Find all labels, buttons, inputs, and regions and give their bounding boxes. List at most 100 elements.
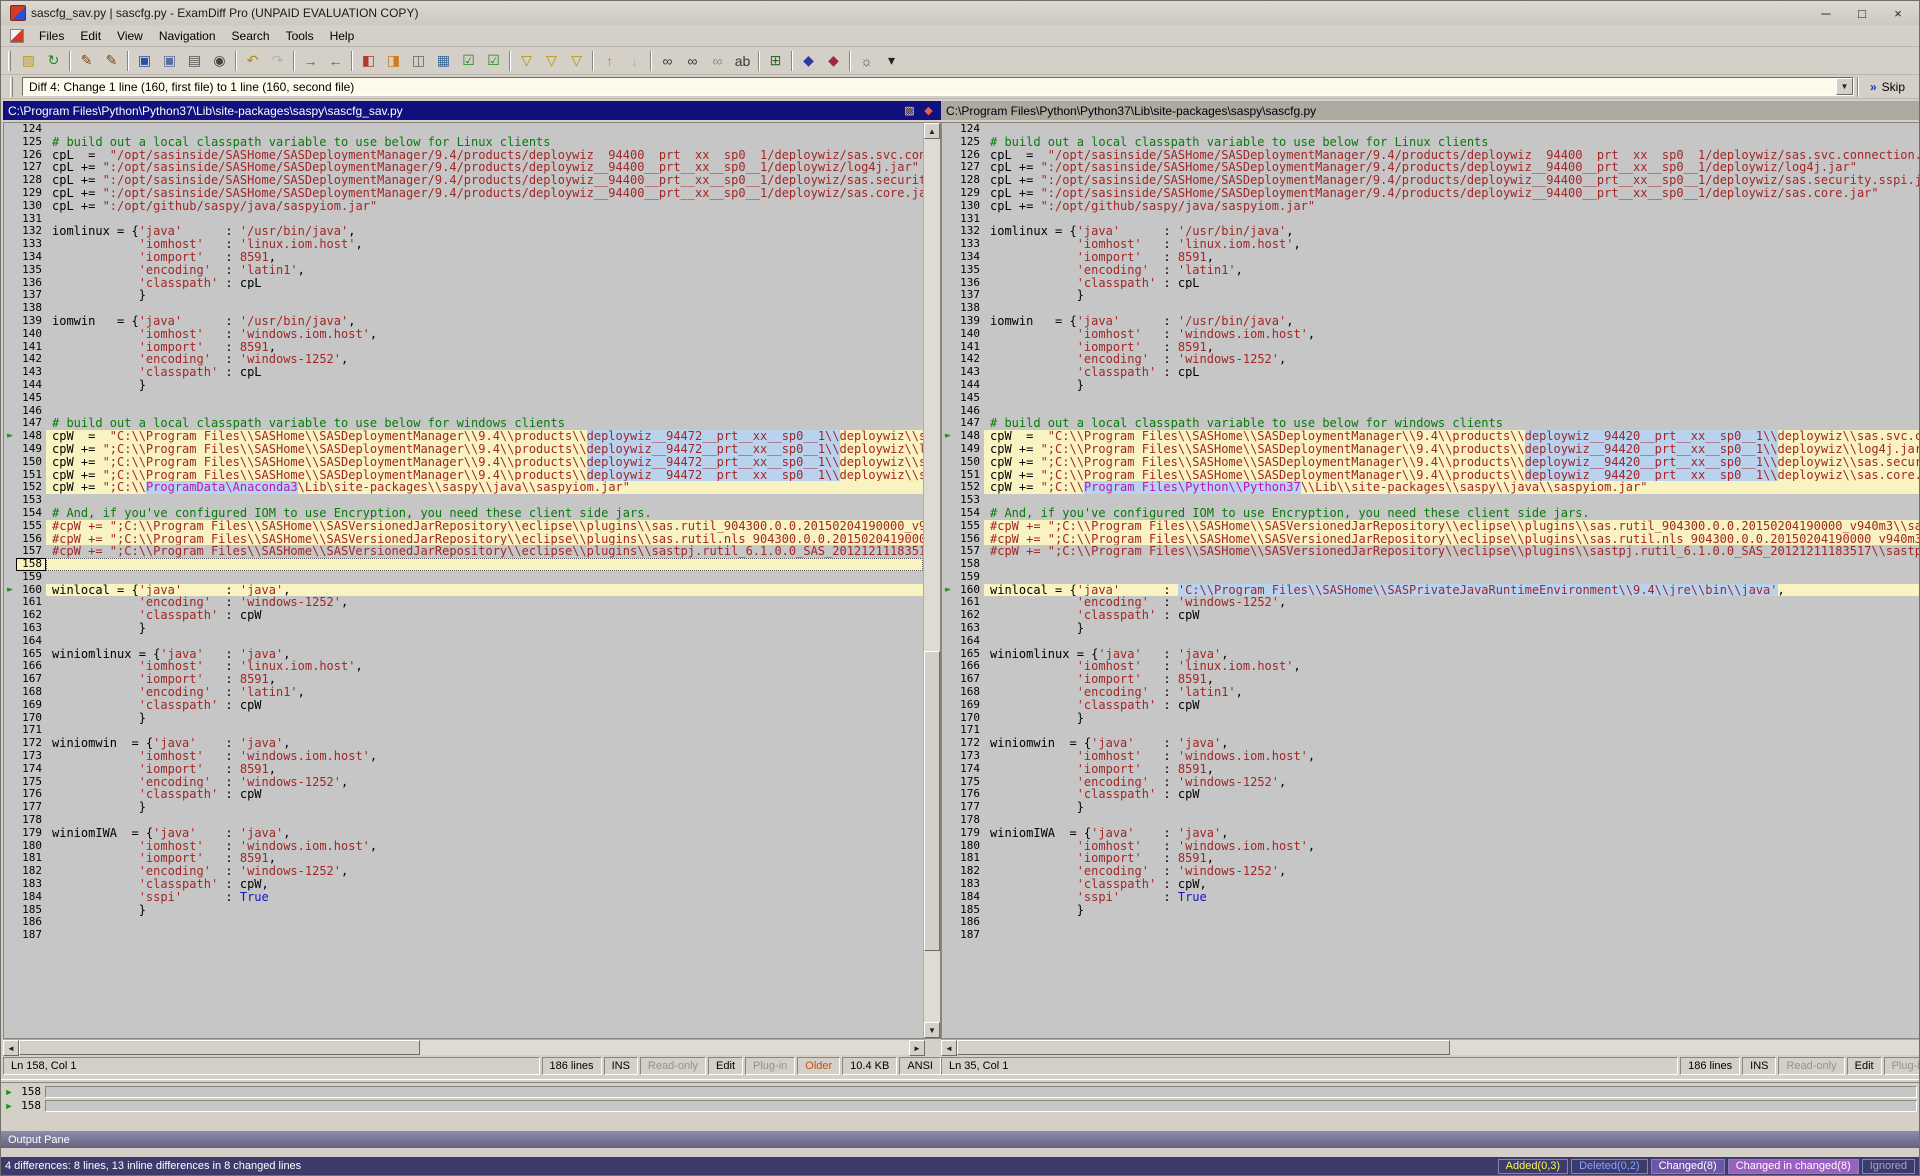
code-line-text[interactable]: 'encoding' : 'windows-1252', (46, 776, 923, 789)
code-line-text[interactable] (46, 571, 923, 584)
report-icon[interactable]: ⊞ (764, 49, 787, 72)
code-line-text[interactable]: winiomwin = {'java' : 'java', (46, 737, 923, 750)
code-line-text[interactable]: winiomIWA = {'java' : 'java', (984, 827, 1920, 840)
code-line-text[interactable]: 'encoding' : 'windows-1252', (984, 353, 1920, 366)
second-file-header[interactable]: C:\Program Files\Python\Python37\Lib\sit… (941, 101, 1920, 120)
code-line-text[interactable] (46, 302, 923, 315)
code-line-text[interactable]: 'encoding' : 'windows-1252', (46, 865, 923, 878)
plugin-manager-icon[interactable]: ◆ (822, 49, 845, 72)
code-line-text[interactable]: iomlinux = {'java' : '/usr/bin/java', (984, 225, 1920, 238)
code-line-text[interactable] (984, 814, 1920, 827)
code-line-text[interactable] (46, 405, 923, 418)
code-line-text[interactable]: cpL += ":/opt/github/saspy/java/saspyiom… (46, 200, 923, 213)
code-line-text[interactable]: cpL += ":/opt/github/saspy/java/saspyiom… (984, 200, 1920, 213)
code-line-text[interactable]: winiomlinux = {'java' : 'java', (984, 648, 1920, 661)
code-line-text[interactable]: # And, if you've configured IOM to use E… (46, 507, 923, 520)
code-line-text[interactable]: 'iomport' : 8591, (984, 341, 1920, 354)
code-line-text[interactable]: 'iomhost' : 'linux.iom.host', (46, 238, 923, 251)
code-line-text[interactable]: 'iomport' : 8591, (984, 673, 1920, 686)
code-line-text[interactable]: 'iomhost' : 'windows.iom.host', (984, 328, 1920, 341)
horizontal-scrollbar[interactable]: ◄► (941, 1039, 1920, 1055)
sync-scrolling-icon[interactable]: ☑ (457, 49, 480, 72)
code-line-text[interactable] (984, 635, 1920, 648)
code-line-text[interactable]: cpW = "C:\\Program Files\\SASHome\\SASDe… (46, 430, 923, 443)
code-line-text[interactable] (46, 213, 923, 226)
code-line-text[interactable]: # build out a local classpath variable t… (46, 417, 923, 430)
code-line-text[interactable] (984, 558, 1920, 571)
code-line-text[interactable]: # build out a local classpath variable t… (984, 417, 1920, 430)
code-line-text[interactable]: 'iomport' : 8591, (984, 852, 1920, 865)
code-line-text[interactable]: } (984, 379, 1920, 392)
code-line-text[interactable]: 'classpath' : cpL (46, 366, 923, 379)
code-line-text[interactable]: 'iomhost' : 'windows.iom.host', (46, 328, 923, 341)
code-line-text[interactable]: } (984, 801, 1920, 814)
search-files-icon[interactable]: ◉ (208, 49, 231, 72)
code-line-text[interactable]: 'encoding' : 'latin1', (46, 686, 923, 699)
code-line-text[interactable]: 'encoding' : 'latin1', (984, 686, 1920, 699)
vertical-scrollbar-thumb[interactable] (924, 651, 940, 951)
code-line-text[interactable]: } (984, 904, 1920, 917)
code-line-text[interactable]: cpL += ":/opt/sasinside/SASHome/SASDeplo… (984, 161, 1920, 174)
diff-selector-combobox[interactable]: Diff 4: Change 1 line (160, first file) … (22, 77, 1854, 96)
code-line-text[interactable]: #cpW += ";C:\\Program Files\\SASHome\\SA… (984, 533, 1920, 546)
code-line-text[interactable]: cpW = "C:\\Program Files\\SASHome\\SASDe… (984, 430, 1920, 443)
code-line-text[interactable]: 'iomport' : 8591, (46, 673, 923, 686)
code-line-text[interactable]: 'encoding' : 'windows-1252', (984, 776, 1920, 789)
code-line-text[interactable]: cpW += ";C:\\Program Files\\SASHome\\SAS… (46, 443, 923, 456)
code-line-text[interactable]: 'iomhost' : 'windows.iom.host', (46, 840, 923, 853)
pane-options-icon[interactable]: ◆ (921, 103, 936, 118)
scroll-up-icon[interactable]: ▲ (924, 123, 940, 139)
scroll-down-icon[interactable]: ▼ (924, 1022, 940, 1038)
code-line-text[interactable] (984, 405, 1920, 418)
code-line-text[interactable]: 'classpath' : cpW (984, 699, 1920, 712)
horizontal-scrollbar-track[interactable] (19, 1040, 909, 1055)
menu-item-files[interactable]: Files (31, 26, 72, 46)
code-line-text[interactable]: 'classpath' : cpW (46, 788, 923, 801)
vertical-scrollbar-track[interactable] (924, 139, 940, 1022)
code-line-text[interactable]: 'classpath' : cpW, (984, 878, 1920, 891)
code-line-text[interactable]: #cpW += ";C:\\Program Files\\SASHome\\SA… (46, 520, 923, 533)
code-line-text[interactable]: 'iomport' : 8591, (46, 251, 923, 264)
filter-options-icon[interactable]: ▽ (565, 49, 588, 72)
code-line-text[interactable]: } (46, 904, 923, 917)
code-line-text[interactable]: 'iomhost' : 'windows.iom.host', (984, 750, 1920, 763)
code-line-text[interactable]: 'iomport' : 8591, (46, 852, 923, 865)
skip-label[interactable]: Skip (1882, 80, 1905, 94)
code-line-text[interactable]: 'iomport' : 8591, (46, 763, 923, 776)
find-icon[interactable]: ∞ (656, 49, 679, 72)
menu-item-navigation[interactable]: Navigation (151, 26, 224, 46)
code-line-text[interactable]: #cpW += ";C:\\Program Files\\SASHome\\SA… (46, 533, 923, 546)
code-line-text[interactable] (46, 929, 923, 942)
menu-item-view[interactable]: View (109, 26, 151, 46)
code-line-text[interactable]: 'iomhost' : 'linux.iom.host', (46, 660, 923, 673)
code-line-text[interactable]: } (46, 379, 923, 392)
code-line-text[interactable]: 'classpath' : cpW (984, 609, 1920, 622)
code-line-text[interactable]: winlocal = {'java' : 'java', (46, 584, 923, 597)
edit-second-file-icon[interactable]: ✎ (100, 49, 123, 72)
redo-icon[interactable]: ↷ (266, 49, 289, 72)
code-line-text[interactable]: } (984, 712, 1920, 725)
code-line-text[interactable]: winiomwin = {'java' : 'java', (984, 737, 1920, 750)
horizontal-scrollbar-thumb[interactable] (19, 1040, 420, 1055)
code-line-text[interactable]: #cpW += ";C:\\Program Files\\SASHome\\SA… (984, 545, 1920, 558)
code-line-text[interactable]: 'iomport' : 8591, (984, 763, 1920, 776)
code-line-text[interactable]: } (984, 622, 1920, 635)
code-line-text[interactable]: winiomIWA = {'java' : 'java', (46, 827, 923, 840)
menu-item-tools[interactable]: Tools (278, 26, 322, 46)
horizontal-scrollbar[interactable]: ◄► (3, 1039, 925, 1055)
next-difference-icon[interactable]: ↓ (623, 49, 646, 72)
code-line-text[interactable] (984, 724, 1920, 737)
code-line-text[interactable] (46, 724, 923, 737)
code-line-text[interactable]: 'classpath' : cpW (984, 788, 1920, 801)
code-line-text[interactable]: cpL += ":/opt/sasinside/SASHome/SASDeplo… (46, 161, 923, 174)
go-forward-icon[interactable]: → (299, 49, 322, 72)
menu-item-search[interactable]: Search (224, 26, 278, 46)
first-file-code-area[interactable]: 124125# build out a local classpath vari… (4, 123, 923, 1038)
code-line-text[interactable]: 'encoding' : 'windows-1252', (46, 596, 923, 609)
code-line-text[interactable] (984, 916, 1920, 929)
horizontal-splitter[interactable] (1, 1079, 1919, 1083)
code-line-text[interactable]: 'sspi' : True (46, 891, 923, 904)
code-line-text[interactable]: cpL += ":/opt/sasinside/SASHome/SASDeplo… (984, 187, 1920, 200)
skip-diff-icon[interactable]: » (1870, 80, 1877, 94)
code-line-text[interactable] (46, 916, 923, 929)
